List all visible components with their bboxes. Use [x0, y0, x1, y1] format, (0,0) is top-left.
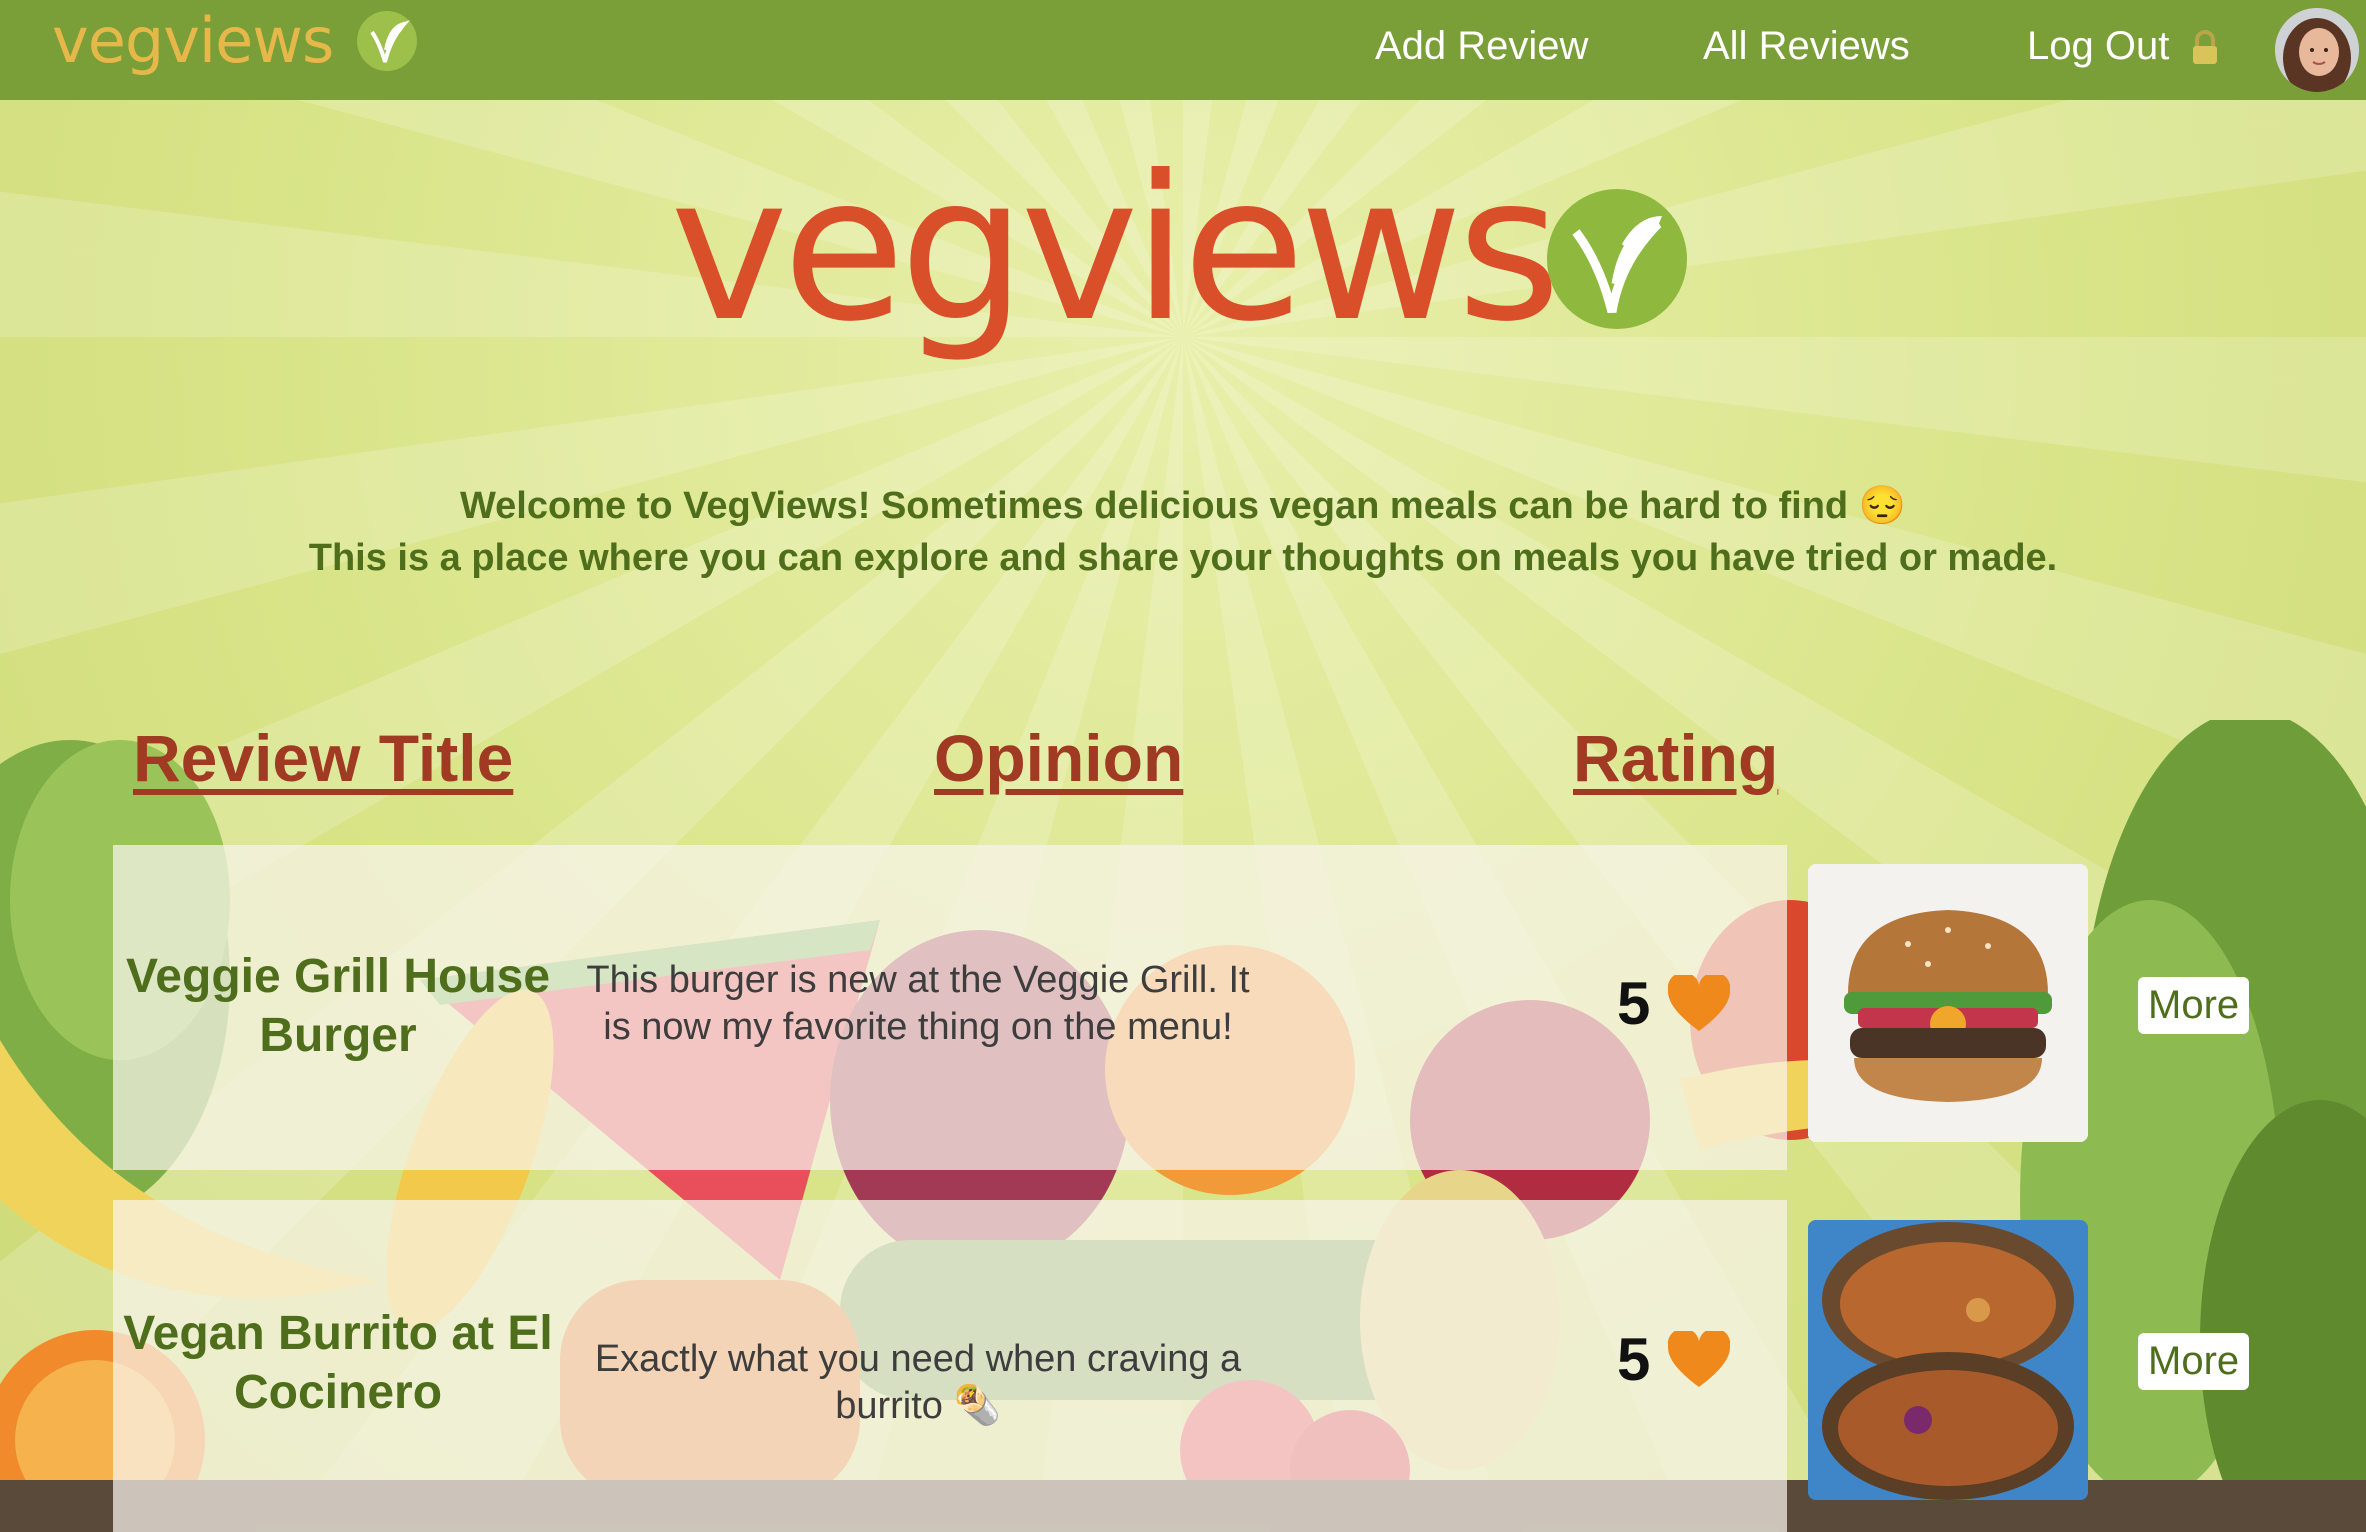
vegan-leaf-icon [1547, 189, 1687, 329]
lock-icon [2193, 30, 2218, 65]
intro-line-2: This is a place where you can explore an… [308, 537, 2058, 579]
review-title: Veggie Grill House Burger [125, 950, 551, 1062]
top-navbar: vegviews Add Review All Reviews Log Out [0, 0, 2366, 100]
review-row: Veggie Grill House Burger This burger is… [113, 845, 1787, 1170]
review-rating: 5 [1617, 1325, 1731, 1394]
review-rating: 5 [1617, 969, 1731, 1038]
more-button[interactable]: More [2138, 977, 2250, 1034]
header-review-title[interactable]: Review Title [133, 720, 513, 796]
hero-title: vegviews [670, 133, 1561, 366]
nav-add-review-link[interactable]: Add Review [1375, 24, 1588, 69]
nav-logo-text[interactable]: vegviews [52, 4, 334, 77]
nav-logout-link[interactable]: Log Out [2027, 24, 2220, 69]
vegan-leaf-icon[interactable] [356, 10, 418, 72]
rating-value: 5 [1617, 970, 1651, 1037]
heart-icon [1668, 1330, 1731, 1387]
header-opinion[interactable]: Opinion [934, 720, 1183, 796]
intro-line-1: Welcome to VegViews! Sometimes delicious… [459, 485, 1906, 527]
more-button[interactable]: More [2138, 1333, 2250, 1390]
review-opinion: Exactly what you need when craving a bur… [594, 1338, 1242, 1428]
review-title: Vegan Burrito at El Cocinero [123, 1307, 553, 1419]
review-row: Vegan Burrito at El Cocinero Exactly wha… [113, 1200, 1787, 1532]
rating-value: 5 [1617, 1326, 1651, 1393]
review-opinion: This burger is new at the Veggie Grill. … [586, 959, 1250, 1049]
logout-label: Log Out [2027, 24, 2170, 68]
heart-icon [1668, 974, 1731, 1031]
header-rating[interactable]: Rating [1573, 720, 1778, 796]
burger-photo[interactable] [1808, 864, 2088, 1142]
nav-all-reviews-link[interactable]: All Reviews [1703, 24, 1910, 69]
burrito-photo[interactable] [1808, 1220, 2088, 1500]
user-avatar[interactable] [2275, 8, 2359, 92]
